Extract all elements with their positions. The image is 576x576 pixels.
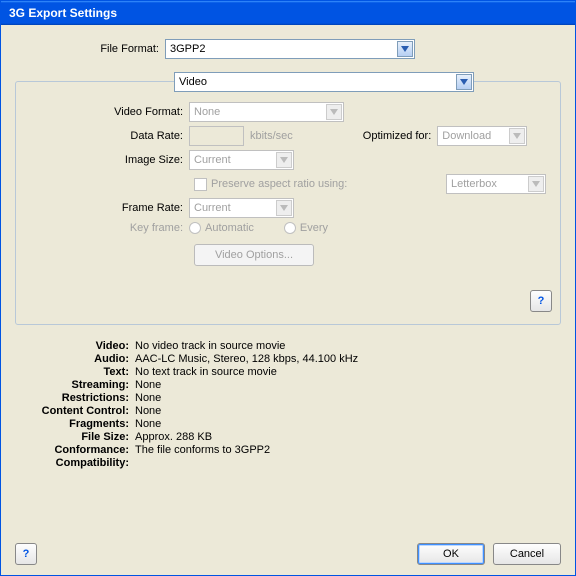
chevron-down-icon [397, 41, 413, 57]
video-settings-group: Video Video Format: None Data Rate: kbit… [15, 81, 561, 325]
sum-text-label: Text: [25, 366, 135, 378]
optimized-label: Optimized for: [363, 130, 431, 142]
sum-conf-value: The file conforms to 3GPP2 [135, 444, 270, 456]
preserve-aspect-checkbox[interactable] [194, 178, 207, 191]
sum-frag-value: None [135, 418, 161, 430]
sum-content-label: Content Control: [25, 405, 135, 417]
sum-stream-value: None [135, 379, 161, 391]
keyframe-every-radio[interactable] [284, 222, 296, 234]
sum-restr-label: Restrictions: [25, 392, 135, 404]
sum-text-value: No text track in source movie [135, 366, 277, 378]
settings-tab-combo[interactable]: Video [174, 72, 474, 92]
titlebar: 3G Export Settings [1, 1, 575, 25]
ok-button[interactable]: OK [417, 543, 485, 565]
settings-tab-value: Video [179, 76, 207, 88]
help-icon: ? [23, 548, 30, 560]
sum-size-label: File Size: [25, 431, 135, 443]
aspect-mode-combo[interactable]: Letterbox [446, 174, 546, 194]
window-title: 3G Export Settings [9, 6, 117, 20]
sum-audio-label: Audio: [25, 353, 135, 365]
sum-frag-label: Fragments: [25, 418, 135, 430]
preserve-aspect-label: Preserve aspect ratio using: [211, 178, 347, 190]
video-format-combo[interactable]: None [189, 102, 344, 122]
chevron-down-icon [509, 128, 525, 144]
image-size-combo[interactable]: Current [189, 150, 294, 170]
sum-audio-value: AAC-LC Music, Stereo, 128 kbps, 44.100 k… [135, 353, 358, 365]
help-button-main[interactable]: ? [15, 543, 37, 565]
sum-content-value: None [135, 405, 161, 417]
sum-compat-label: Compatibility: [25, 457, 135, 469]
help-button-group[interactable]: ? [530, 290, 552, 312]
content-area: File Format: 3GPP2 Video Video Format: N… [1, 25, 575, 575]
data-rate-label: Data Rate: [24, 130, 189, 142]
video-format-value: None [194, 106, 220, 118]
video-options-button[interactable]: Video Options... [194, 244, 314, 266]
sum-stream-label: Streaming: [25, 379, 135, 391]
optimized-value: Download [442, 130, 491, 142]
aspect-mode-value: Letterbox [451, 178, 497, 190]
sum-restr-value: None [135, 392, 161, 404]
image-size-label: Image Size: [24, 154, 189, 166]
data-rate-input[interactable] [189, 126, 244, 146]
chevron-down-icon [456, 74, 472, 90]
chevron-down-icon [326, 104, 342, 120]
cancel-button[interactable]: Cancel [493, 543, 561, 565]
frame-rate-value: Current [194, 202, 231, 214]
summary-block: Video:No video track in source movie Aud… [25, 339, 561, 470]
sum-conf-label: Conformance: [25, 444, 135, 456]
file-format-combo[interactable]: 3GPP2 [165, 39, 415, 59]
key-frame-label: Key frame: [24, 222, 189, 234]
keyframe-auto-radio[interactable] [189, 222, 201, 234]
image-size-value: Current [194, 154, 231, 166]
export-settings-window: 3G Export Settings File Format: 3GPP2 Vi… [0, 0, 576, 576]
sum-video-value: No video track in source movie [135, 340, 285, 352]
keyframe-every-label: Every [300, 222, 328, 234]
data-rate-unit: kbits/sec [250, 130, 293, 142]
frame-rate-combo[interactable]: Current [189, 198, 294, 218]
chevron-down-icon [276, 200, 292, 216]
keyframe-auto-label: Automatic [205, 222, 254, 234]
frame-rate-label: Frame Rate: [24, 202, 189, 214]
help-icon: ? [538, 295, 545, 307]
optimized-combo[interactable]: Download [437, 126, 527, 146]
sum-video-label: Video: [25, 340, 135, 352]
file-format-value: 3GPP2 [170, 43, 205, 55]
video-format-label: Video Format: [24, 106, 189, 118]
file-format-label: File Format: [15, 43, 165, 55]
sum-size-value: Approx. 288 KB [135, 431, 212, 443]
chevron-down-icon [276, 152, 292, 168]
chevron-down-icon [528, 176, 544, 192]
